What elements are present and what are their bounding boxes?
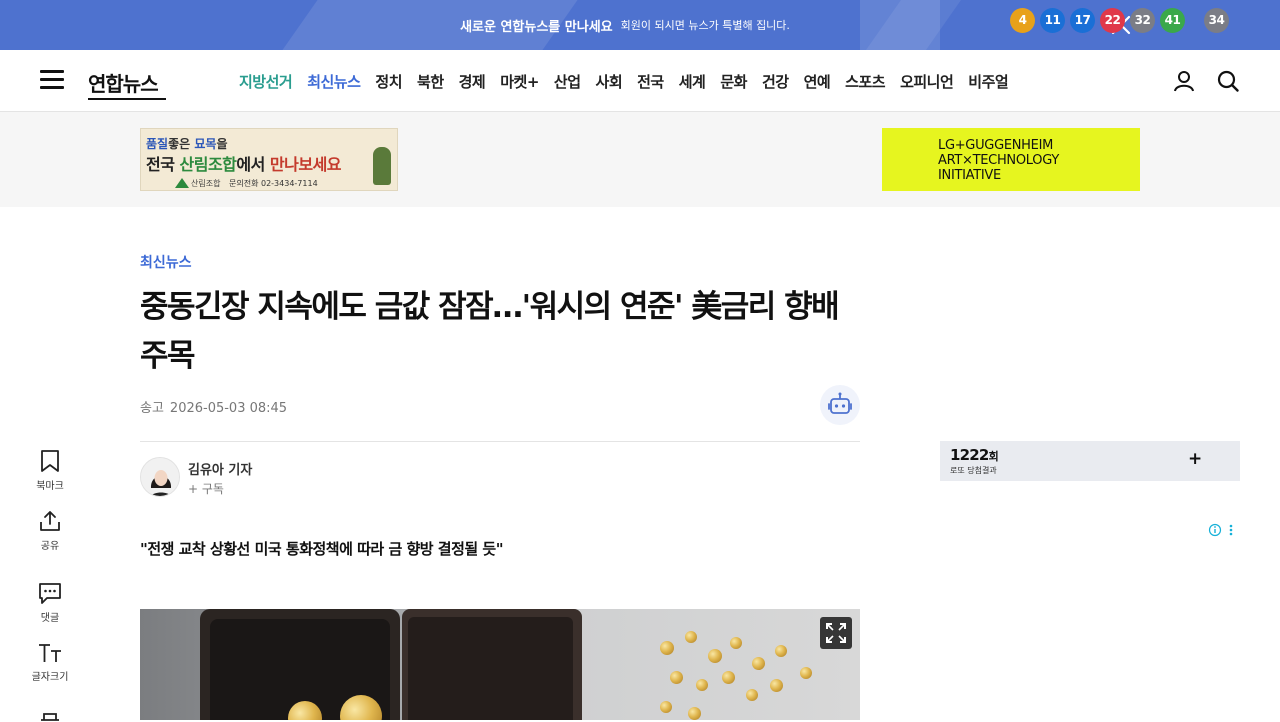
ad-banner-forestry[interactable]: 품질좋은 묘목을 전국 산림조합에서 만나보세요 산림조합 문의전화 02-34… [140, 128, 398, 191]
menu-icon[interactable] [40, 70, 64, 90]
lotto-ball: 41 [1160, 8, 1185, 33]
bookmark-label: 북마크 [36, 481, 64, 492]
nav-item-politics[interactable]: 정치 [375, 71, 402, 92]
reporter-photo [141, 458, 179, 496]
nav-item-market[interactable]: 마켓+ [500, 71, 539, 92]
comment-icon [39, 583, 61, 604]
ad-banner-lg-guggenheim[interactable]: LG+GUGGENHEIM ART×TECHNOLOGY INITIATIVE [882, 128, 1140, 191]
nav-item-industry[interactable]: 산업 [554, 71, 581, 92]
nav-item-opinion[interactable]: 오피니언 [900, 71, 954, 92]
nav-item-world[interactable]: 세계 [679, 71, 706, 92]
font-size-icon [39, 644, 61, 662]
ai-summary-button[interactable] [820, 385, 860, 425]
print-button[interactable] [20, 712, 80, 722]
reporter-name[interactable]: 김유아 기자 [188, 459, 252, 478]
banner-title[interactable]: 새로운 연합뉴스를 만나세요 [460, 16, 613, 35]
banner-subtitle: 회원이 되시면 뉴스가 특별해 집니다. [620, 19, 790, 32]
comment-label: 댓글 [40, 613, 60, 624]
bookmark-button[interactable]: 북마크 [20, 449, 80, 492]
lotto-ball: 17 [1070, 8, 1095, 33]
article-subheadline: "전쟁 교착 상황선 미국 통화정책에 따라 금 향방 결정될 듯" [140, 540, 504, 558]
ad-phone: 문의전화 02-3434-7114 [229, 179, 318, 188]
site-logo[interactable]: 연합뉴스 [88, 68, 166, 100]
nav-item-health[interactable]: 건강 [762, 71, 789, 92]
ad-line-2: 전국 산림조합에서 만나보세요 [146, 155, 342, 174]
lotto-result-label: 로또 당첨결과 [950, 466, 997, 475]
ad-org: 산림조합 [191, 179, 221, 188]
nav-item-society[interactable]: 사회 [596, 71, 623, 92]
lotto-ball: 11 [1040, 8, 1065, 33]
byline-divider [140, 441, 860, 442]
nav-item-latest[interactable]: 최신뉴스 [307, 71, 361, 92]
font-size-button[interactable]: 글자크기 [20, 642, 80, 683]
article-photo[interactable] [140, 609, 860, 720]
expand-photo-button[interactable] [820, 617, 852, 649]
article-headline: 중동긴장 지속에도 금값 잠잠…'워시의 연준' 美금리 향배 주목 [140, 289, 840, 374]
ad-info-icon[interactable] [1208, 522, 1240, 538]
date-label: 송고 [140, 401, 164, 416]
reporter-avatar[interactable] [140, 457, 180, 497]
lotto-bonus-ball: 34 [1204, 8, 1229, 33]
bookmark-icon [41, 450, 59, 472]
article-category[interactable]: 최신뉴스 [140, 252, 192, 272]
nav-item-sports[interactable]: 스포츠 [845, 71, 885, 92]
share-button[interactable]: 공유 [20, 509, 80, 552]
lotto-ball: 32 [1130, 8, 1155, 33]
lotto-round: 1222회 [950, 446, 999, 464]
lotto-ball: 22 [1100, 8, 1125, 33]
comment-button[interactable]: 댓글 [20, 581, 80, 624]
nav-item-north-korea[interactable]: 북한 [417, 71, 444, 92]
subscribe-button[interactable]: + 구독 [188, 480, 224, 497]
article-dateline: 송고 2026-05-03 08:45 [140, 397, 287, 416]
font-size-label: 글자크기 [31, 672, 69, 683]
print-icon [41, 713, 59, 721]
nav-item-economy[interactable]: 경제 [459, 71, 486, 92]
fullscreen-icon [826, 623, 846, 643]
user-icon[interactable] [1172, 69, 1196, 93]
ad-line-1: 품질좋은 묘목을 [146, 137, 228, 151]
publish-date: 2026-05-03 08:45 [169, 401, 288, 416]
nav-item-local-election[interactable]: 지방선거 [239, 71, 293, 92]
lotto-plus-sign: + [1188, 449, 1203, 469]
site-header: 연합뉴스 지방선거 최신뉴스 정치 북한 경제 마켓+ 산업 사회 전국 세계 … [0, 50, 1280, 112]
nav-item-nationwide[interactable]: 전국 [637, 71, 664, 92]
nav-item-entertainment[interactable]: 연예 [804, 71, 831, 92]
main-nav: 지방선거 최신뉴스 정치 북한 경제 마켓+ 산업 사회 전국 세계 문화 건강… [239, 50, 1009, 112]
ad-text: LG+GUGGENHEIM ART×TECHNOLOGY INITIATIVE [938, 138, 1059, 183]
nav-item-visual[interactable]: 비주얼 [968, 71, 1008, 92]
search-icon[interactable] [1216, 69, 1240, 93]
ad-strip: 품질좋은 묘목을 전국 산림조합에서 만나보세요 산림조합 문의전화 02-34… [0, 112, 1280, 207]
lotto-ball: 4 [1010, 8, 1035, 33]
share-icon [40, 511, 60, 531]
robot-icon [828, 392, 852, 414]
share-label: 공유 [40, 541, 60, 552]
nav-item-culture[interactable]: 문화 [720, 71, 747, 92]
forestry-logo-icon [175, 178, 189, 188]
ad-figure-image [373, 147, 391, 185]
